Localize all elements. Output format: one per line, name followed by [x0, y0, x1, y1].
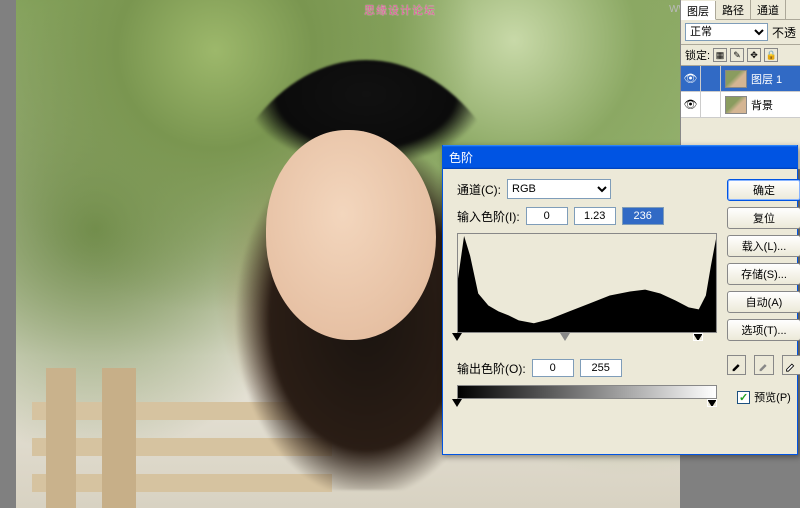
channel-select[interactable]: RGB: [507, 179, 611, 199]
tab-layers[interactable]: 图层: [681, 1, 716, 20]
save-button[interactable]: 存储(S)...: [727, 263, 800, 285]
preview-checkbox[interactable]: ✓: [737, 391, 750, 404]
output-white-handle[interactable]: [707, 399, 717, 407]
cancel-button[interactable]: 复位: [727, 207, 800, 229]
lock-brush-icon[interactable]: ✎: [730, 48, 744, 62]
tab-paths[interactable]: 路径: [716, 0, 751, 19]
output-gradient: [457, 385, 717, 399]
black-point-handle[interactable]: [452, 333, 462, 341]
blend-mode-select[interactable]: 正常: [685, 23, 768, 41]
input-black-field[interactable]: [526, 207, 568, 225]
preview-label: 预览(P): [754, 389, 791, 405]
tab-channels[interactable]: 通道: [751, 0, 786, 19]
eyedropper-white-icon[interactable]: [782, 355, 800, 375]
channel-label: 通道(C):: [457, 181, 501, 198]
link-cell[interactable]: [701, 92, 721, 118]
layer-thumbnail: [725, 70, 747, 88]
ok-button[interactable]: 确定: [727, 179, 800, 201]
eyedropper-black-icon[interactable]: [727, 355, 746, 375]
lock-all-icon[interactable]: 🔒: [764, 48, 778, 62]
layer-list: 👁 图层 1 👁 背景: [681, 66, 800, 118]
input-white-field[interactable]: [622, 207, 664, 225]
auto-button[interactable]: 自动(A): [727, 291, 800, 313]
link-cell[interactable]: [701, 66, 721, 92]
layers-tabs: 图层 路径 通道: [681, 0, 800, 20]
layer-row[interactable]: 👁 图层 1: [681, 66, 800, 92]
photo-face: [266, 130, 436, 340]
output-black-handle[interactable]: [452, 399, 462, 407]
options-button[interactable]: 选项(T)...: [727, 319, 800, 341]
histogram: [457, 233, 717, 333]
levels-dialog: 色阶 通道(C): RGB 输入色阶(I):: [442, 145, 798, 455]
input-levels-label: 输入色阶(I):: [457, 208, 520, 225]
visibility-icon[interactable]: 👁: [681, 66, 701, 92]
lock-label: 锁定:: [685, 47, 710, 63]
gamma-handle[interactable]: [560, 333, 570, 341]
output-slider[interactable]: [457, 399, 717, 411]
white-point-handle[interactable]: [693, 333, 703, 341]
visibility-icon[interactable]: 👁: [681, 92, 701, 118]
output-white-field[interactable]: [580, 359, 622, 377]
output-levels-label: 输出色阶(O):: [457, 360, 526, 377]
input-slider[interactable]: [457, 333, 717, 345]
layer-row[interactable]: 👁 背景: [681, 92, 800, 118]
lock-transparency-icon[interactable]: ▦: [713, 48, 727, 62]
output-black-field[interactable]: [532, 359, 574, 377]
dialog-titlebar[interactable]: 色阶: [443, 145, 797, 169]
lock-move-icon[interactable]: ✥: [747, 48, 761, 62]
dialog-title: 色阶: [449, 149, 473, 166]
watermark-text: 思缘设计论坛: [364, 2, 436, 18]
layer-name: 背景: [751, 97, 773, 113]
layer-name: 图层 1: [751, 71, 782, 87]
eyedropper-gray-icon[interactable]: [754, 355, 773, 375]
layer-thumbnail: [725, 96, 747, 114]
load-button[interactable]: 载入(L)...: [727, 235, 800, 257]
opacity-label: 不透: [772, 24, 796, 41]
input-gamma-field[interactable]: [574, 207, 616, 225]
